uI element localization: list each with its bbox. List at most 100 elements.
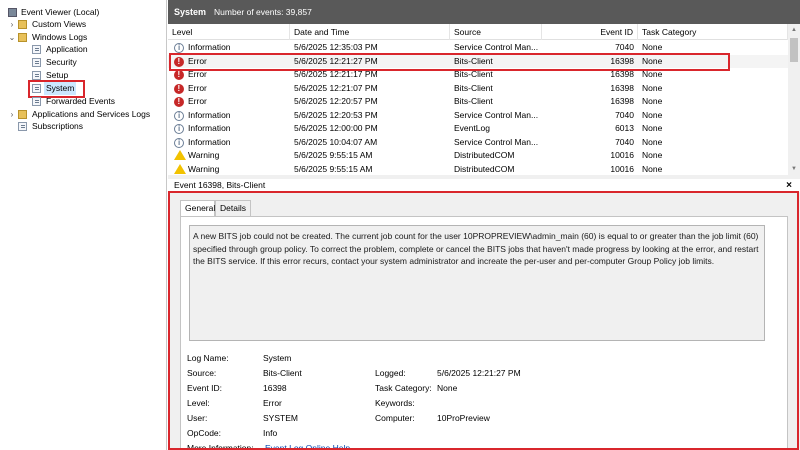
label-computer: Computer: xyxy=(375,413,415,423)
information-icon xyxy=(174,109,184,122)
cell-level: Information xyxy=(188,42,231,52)
event-row[interactable]: Information 5/6/2025 10:04:07 AM Service C… xyxy=(168,136,788,149)
cell-source: Service Control Man... xyxy=(454,109,539,120)
label-log-name: Log Name: xyxy=(187,353,229,363)
cell-event-id: 10016 xyxy=(610,150,634,160)
log-title: System xyxy=(174,7,207,17)
event-row[interactable]: Warning 5/6/2025 9:55:15 AM DistributedCOM… xyxy=(168,163,788,176)
navigation-tree: Event Viewer (Local) › Custom Views ⌄ Wi… xyxy=(0,0,167,450)
event-message[interactable]: A new BITS job could not be created. The… xyxy=(189,225,765,341)
log-icon xyxy=(32,97,41,106)
label-task-category: Task Category: xyxy=(375,383,432,393)
cell-date-time: 5/6/2025 12:00:00 PM xyxy=(294,123,378,133)
column-source[interactable]: Source xyxy=(450,24,542,40)
chevron-right-icon[interactable]: › xyxy=(8,108,16,121)
cell-level: Error xyxy=(188,82,207,93)
folder-icon xyxy=(18,33,27,42)
event-row[interactable]: Information 5/6/2025 12:00:00 PM EventLog 6… xyxy=(168,122,788,136)
event-row[interactable]: Warning 5/6/2025 9:55:15 AM DistributedCOM… xyxy=(168,149,788,163)
error-icon xyxy=(174,95,184,109)
cell-level: Information xyxy=(188,109,231,120)
error-icon xyxy=(174,68,184,82)
cell-task-category: None xyxy=(642,69,663,79)
tree-item-security-label: Security xyxy=(46,57,77,67)
column-date-time[interactable]: Date and Time xyxy=(290,24,450,40)
cell-date-time: 5/6/2025 12:20:57 PM xyxy=(294,96,378,106)
cell-event-id: 16398 xyxy=(610,69,634,79)
cell-level: Error xyxy=(188,96,207,106)
cell-source: Service Control Man... xyxy=(454,136,539,147)
value-task-category: None xyxy=(437,383,458,393)
event-log-online-help-link[interactable]: Event Log Online Help xyxy=(265,441,350,450)
close-icon[interactable]: × xyxy=(786,179,792,192)
cell-task-category: None xyxy=(642,136,663,147)
tree-item-forwarded-events-label: Forwarded Events xyxy=(46,96,115,106)
value-opcode: Info xyxy=(263,428,278,438)
tree-item-application-label: Application xyxy=(46,44,88,54)
information-icon xyxy=(174,122,184,136)
log-icon xyxy=(32,45,41,54)
cell-task-category: None xyxy=(642,42,663,52)
cell-event-id: 6013 xyxy=(615,123,634,133)
event-list: Level Date and Time Source Event ID Task… xyxy=(168,24,800,175)
cell-date-time: 5/6/2025 9:55:15 AM xyxy=(294,163,373,174)
cell-date-time: 5/6/2025 12:35:03 PM xyxy=(294,42,378,52)
cell-event-id: 16398 xyxy=(610,82,634,93)
event-detail-title: Event 16398, Bits-Client xyxy=(174,180,266,190)
scroll-up-icon[interactable]: ▲ xyxy=(788,24,800,36)
event-row[interactable]: Error 5/6/2025 12:21:07 PM Bits-Client 1639… xyxy=(168,82,788,95)
error-icon xyxy=(174,55,184,68)
cell-date-time: 5/6/2025 10:04:07 AM xyxy=(294,136,378,147)
cell-event-id: 16398 xyxy=(610,96,634,106)
log-icon xyxy=(32,58,41,67)
cell-level: Error xyxy=(188,69,207,79)
cell-date-time: 5/6/2025 12:21:17 PM xyxy=(294,69,378,79)
event-row[interactable]: Error 5/6/2025 12:20:57 PM Bits-Client 1639… xyxy=(168,95,788,109)
chevron-right-icon[interactable]: › xyxy=(8,18,16,31)
cell-source: Bits-Client xyxy=(454,82,493,93)
tree-item-system-label: System xyxy=(44,82,77,95)
tree-item-setup-label: Setup xyxy=(46,70,69,80)
chevron-down-icon[interactable]: ⌄ xyxy=(8,31,16,44)
cell-level: Error xyxy=(188,55,207,66)
cell-date-time: 5/6/2025 9:55:15 AM xyxy=(294,150,373,160)
event-row[interactable]: Information 5/6/2025 12:35:03 PM Service C… xyxy=(168,41,788,55)
cell-source: DistributedCOM xyxy=(454,163,515,174)
cell-source: Bits-Client xyxy=(454,55,493,66)
label-level: Level: xyxy=(187,398,210,408)
general-tab-panel: A new BITS job could not be created. The… xyxy=(180,216,788,450)
folder-icon xyxy=(18,110,27,119)
warning-icon xyxy=(174,163,186,174)
column-event-id[interactable]: Event ID xyxy=(542,24,638,40)
log-icon xyxy=(32,84,41,93)
tab-general[interactable]: General xyxy=(180,200,215,217)
label-opcode: OpCode: xyxy=(187,428,222,438)
cell-source: Bits-Client xyxy=(454,69,493,79)
vertical-scrollbar[interactable]: ▲ ▼ xyxy=(788,24,800,175)
scroll-thumb[interactable] xyxy=(790,38,798,62)
cell-date-time: 5/6/2025 12:21:07 PM xyxy=(294,82,378,93)
event-row[interactable]: Error 5/6/2025 12:21:17 PM Bits-Client 1639… xyxy=(168,68,788,82)
scroll-down-icon[interactable]: ▼ xyxy=(788,163,800,175)
tree-item-custom-views-label: Custom Views xyxy=(32,19,87,29)
label-logged: Logged: xyxy=(375,368,406,378)
column-headers: Level Date and Time Source Event ID Task… xyxy=(168,24,788,40)
cell-event-id: 7040 xyxy=(615,109,634,120)
event-row[interactable]: Information 5/6/2025 12:20:53 PM Service C… xyxy=(168,109,788,122)
cell-event-id: 16398 xyxy=(610,55,634,66)
label-keywords: Keywords: xyxy=(375,398,415,408)
event-row[interactable]: Error 5/6/2025 12:21:27 PM Bits-Client 1639… xyxy=(168,54,788,68)
value-computer: 10ProPreview xyxy=(437,413,490,423)
cell-event-id: 7040 xyxy=(615,136,634,147)
cell-source: EventLog xyxy=(454,123,490,133)
cell-task-category: None xyxy=(642,82,663,93)
cell-event-id: 7040 xyxy=(615,42,634,52)
label-user: User: xyxy=(187,413,208,423)
cell-task-category: None xyxy=(642,123,663,133)
cell-task-category: None xyxy=(642,55,663,66)
column-task-category[interactable]: Task Category xyxy=(638,24,788,40)
event-detail-header: Event 16398, Bits-Client × xyxy=(168,179,800,192)
value-source: Bits-Client xyxy=(263,368,302,378)
tab-details[interactable]: Details xyxy=(215,200,251,216)
column-level[interactable]: Level xyxy=(168,24,290,40)
